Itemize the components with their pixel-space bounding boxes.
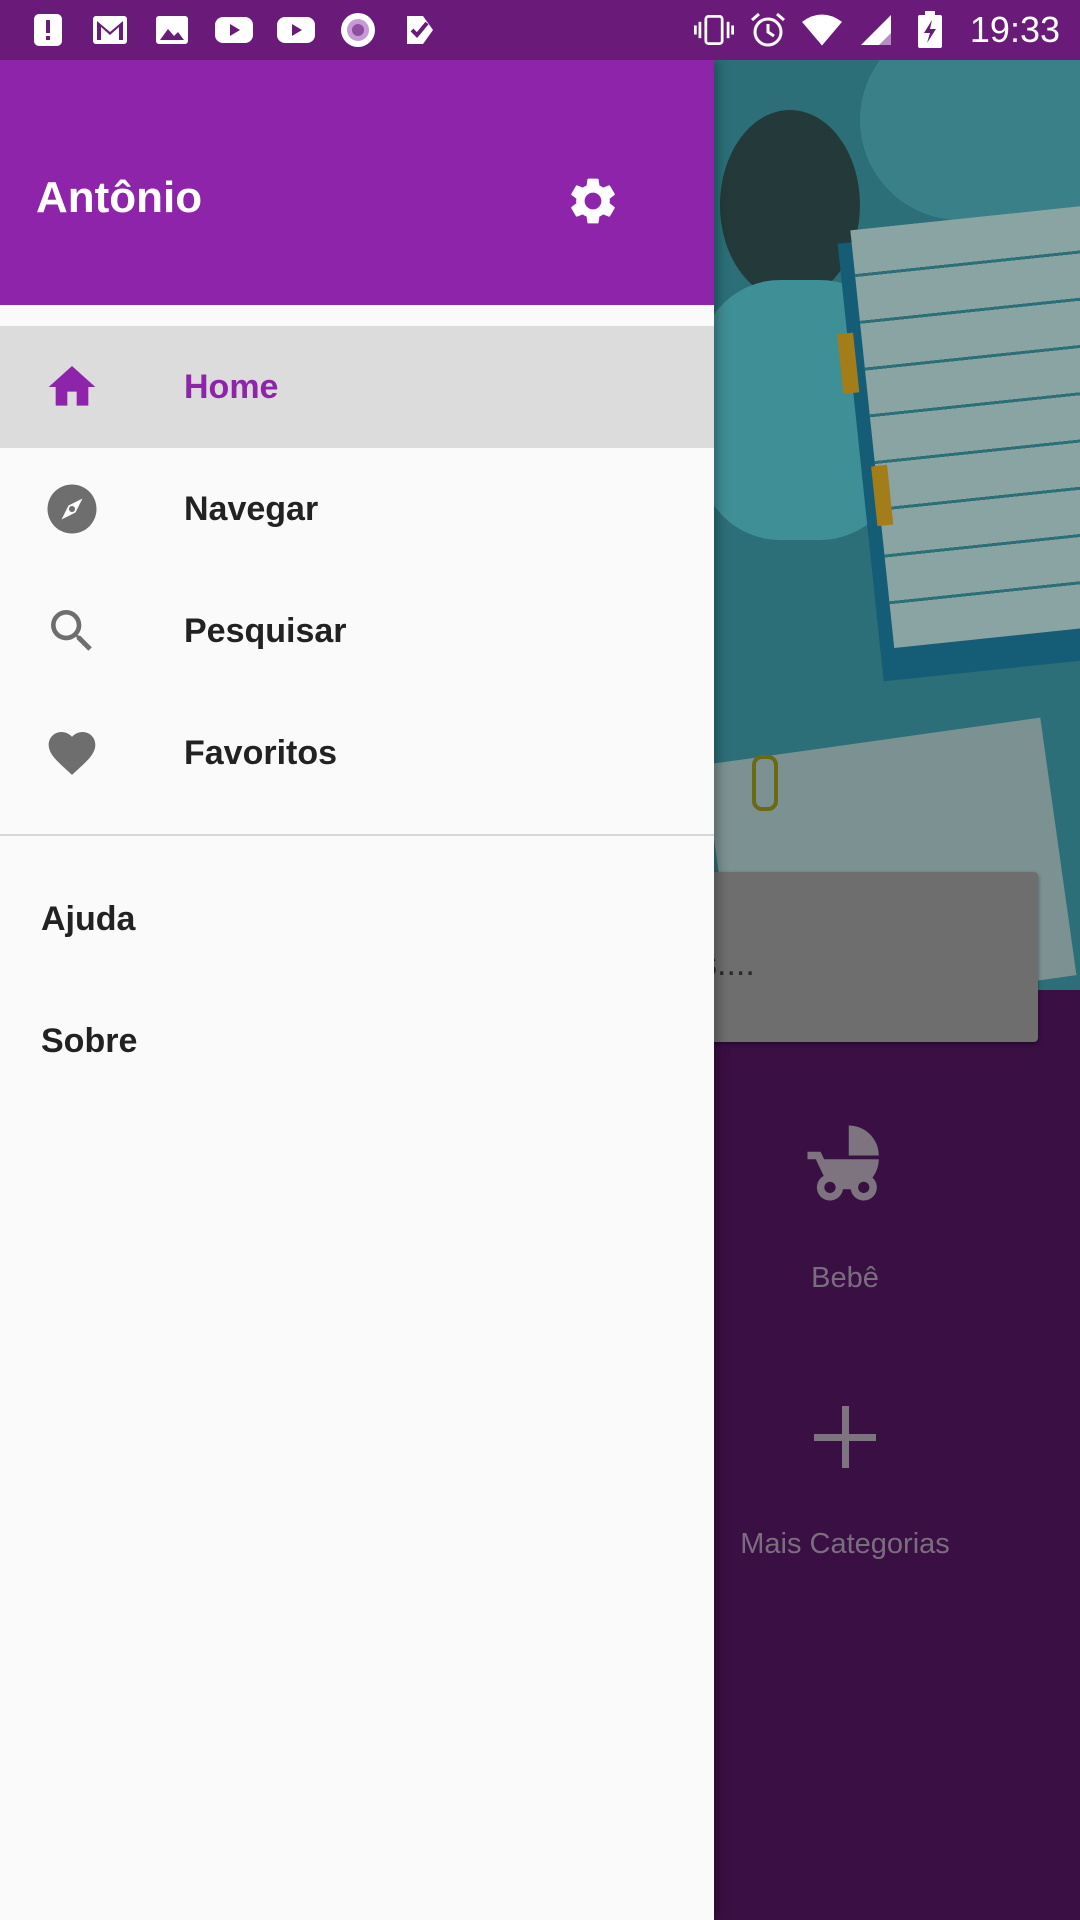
drawer-header: Antônio	[0, 60, 714, 305]
gear-icon	[571, 178, 615, 224]
nav-item-favoritos[interactable]: Favoritos	[0, 692, 714, 814]
nav-item-home[interactable]: Home	[0, 326, 714, 448]
wifi-icon	[801, 10, 842, 50]
status-time: 19:33	[969, 9, 1060, 50]
record-icon	[338, 10, 378, 50]
menu-item-sobre[interactable]: Sobre	[0, 980, 714, 1102]
vibrate-icon	[693, 10, 734, 50]
gmail-icon	[90, 10, 130, 50]
plus-icon	[814, 1406, 876, 1468]
nav-label-home: Home	[184, 367, 279, 406]
settings-button[interactable]	[558, 166, 628, 236]
alarm-icon	[748, 10, 788, 50]
menu-label-ajuda: Ajuda	[41, 899, 136, 938]
alert-icon	[28, 10, 68, 50]
menu-item-ajuda[interactable]: Ajuda	[0, 858, 714, 980]
stroller-icon	[807, 1125, 879, 1201]
user-name: Antônio	[36, 173, 203, 222]
heart-icon	[42, 723, 102, 783]
image-icon	[152, 10, 192, 50]
search-icon	[42, 601, 102, 661]
home-icon	[42, 357, 102, 417]
youtube-icon	[214, 10, 254, 50]
youtube-icon	[276, 10, 316, 50]
nav-label-favoritos: Favoritos	[184, 733, 338, 772]
compass-icon	[42, 479, 102, 539]
menu-label-sobre: Sobre	[41, 1021, 138, 1060]
battery-charging-icon	[910, 10, 950, 50]
category-label-bebe: Bebê	[811, 1262, 879, 1294]
paperclip-icon	[752, 755, 778, 811]
navigation-drawer: Antônio Home Navegar Pesquisar Favoritos	[0, 60, 714, 1920]
nav-label-pesquisar: Pesquisar	[184, 611, 347, 650]
status-bar: 19:33	[0, 0, 1080, 60]
drawer-divider	[0, 834, 714, 836]
signal-icon	[856, 10, 896, 50]
nav-item-navegar[interactable]: Navegar	[0, 448, 714, 570]
nav-item-pesquisar[interactable]: Pesquisar	[0, 570, 714, 692]
notebook-illustration	[837, 205, 1080, 682]
nav-label-navegar: Navegar	[184, 489, 319, 528]
category-label-more: Mais Categorias	[740, 1528, 950, 1560]
check-tag-icon	[400, 10, 440, 50]
